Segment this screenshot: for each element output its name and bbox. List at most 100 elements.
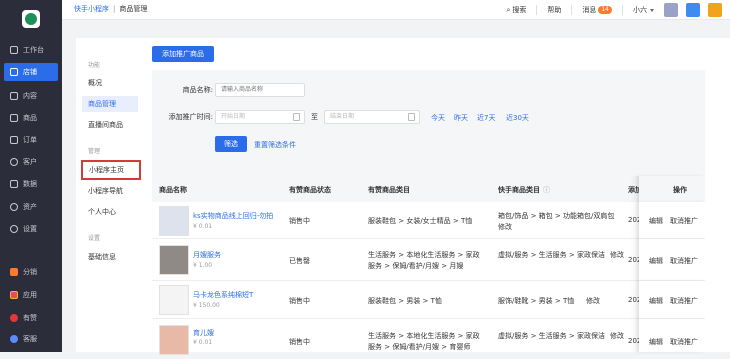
table-row: ks实物商品线上回归-勿拍 ¥ 0.01 销售中 服装鞋包 > 女装/女士精品 … [152,202,705,239]
sidebar-item-assets[interactable]: 资产 [4,198,58,216]
secondary-nav: 功能 概况 商品管理 直播间商品 管理 小程序主页 小程序导航 个人中心 设置 … [76,38,144,352]
yz-category: 服装鞋包 > 女装/女士精品 > T恤 [368,217,473,225]
service-icon [10,335,18,343]
subnav-item-personal-center[interactable]: 个人中心 [82,204,138,220]
edit-button[interactable]: 编辑 [649,296,663,306]
edit-button[interactable]: 编辑 [649,256,663,266]
product-price: ¥ 1.00 [193,262,213,269]
subnav-item-miniapp-nav[interactable]: 小程序导航 [82,183,138,199]
product-price: ¥ 0.01 [193,223,213,230]
product-name-label: 商品名称: [182,86,213,94]
nav-group-title: 管理 [88,148,101,155]
yz-category: 生活服务 > 本地化生活服务 > 家政服务 > 保姆/看护/月嫂 > 月嫂 [368,251,480,270]
info-icon: ⓘ [543,186,550,194]
calendar-icon [293,113,300,121]
sidebar-item-goods[interactable]: 商品 [4,109,58,127]
sidebar-item-store[interactable]: 店铺 [4,63,58,81]
status-text: 已售罄 [289,257,310,265]
nav-group-title: 功能 [88,62,101,69]
table-row: 月嫂服务 ¥ 1.00 已售罄 生活服务 > 本地化生活服务 > 家政服务 > … [152,239,705,281]
quick-7days[interactable]: 近7天 [477,113,495,123]
end-date-input[interactable]: 结束日期 [324,110,420,124]
distribution-icon [10,268,18,276]
reset-filter-link[interactable]: 重置筛选条件 [254,140,296,150]
sidebar-item-data[interactable]: 数据 [4,175,58,193]
col-ks-category: 快手商品类目 ⓘ [498,185,550,195]
subnav-item-overview[interactable]: 概况 [82,75,138,91]
sidebar-item-content[interactable]: 内容 [4,87,58,105]
status-text: 销售中 [289,217,310,225]
breadcrumb-link[interactable]: 快手小程序 [74,4,109,14]
cancel-promotion-button[interactable]: 取消推广 [670,216,698,226]
app-logo[interactable] [22,10,40,28]
subnav-item-basic-info[interactable]: 基础信息 [82,249,138,265]
help-link[interactable]: 帮助 [547,5,561,15]
calendar-icon [408,113,415,121]
divider [536,5,538,15]
youzan-icon [10,314,18,322]
messages-label: 消息 [582,6,597,14]
top-right-tools: ⌕ 搜索 帮助 消息 14 小六 [506,0,730,20]
cancel-promotion-button[interactable]: 取消推广 [670,256,698,266]
ks-category: 虚拟/服务 > 生活服务 > 家政保洁 [498,332,605,340]
cancel-promotion-button[interactable]: 取消推广 [670,337,698,347]
edit-category-link[interactable]: 修改 [610,250,624,260]
sidebar-item-settings[interactable]: 设置 [4,220,58,238]
edit-category-link[interactable]: 修改 [610,331,624,341]
content-icon [10,92,18,100]
product-price: ¥ 150.00 [193,302,220,309]
product-name-link[interactable]: 月嫂服务 [193,250,221,260]
product-thumbnail [159,325,189,355]
cancel-promotion-button[interactable]: 取消推广 [670,296,698,306]
status-text: 销售中 [289,297,310,305]
chart-icon [10,180,18,188]
table-row: 育儿嫂 ¥ 0.01 销售中 生活服务 > 本地化生活服务 > 家政服务 > 保… [152,319,705,359]
apps-icon [10,291,18,299]
top-bar: 快手小程序 | 商品管理 ⌕ 搜索 帮助 消息 14 小六 [62,0,730,20]
edit-category-link[interactable]: 修改 [498,222,512,232]
search-button[interactable]: ⌕ 搜索 [506,5,526,15]
sidebar-item-workbench[interactable]: 工作台 [4,41,58,59]
edit-category-link[interactable]: 修改 [586,296,600,306]
product-name-link[interactable]: ks实物商品线上回归-勿拍 [193,211,273,221]
user-name: 小六 [633,6,647,14]
main-sidebar: 工作台 店铺 内容 商品 订单 客户 数据 资产 设置 分销 应用 有赞 客服 [0,0,62,352]
shortcut-app-icon[interactable] [708,3,722,17]
gear-icon [10,225,18,233]
col-ks-category-label: 快手商品类目 [498,186,540,194]
add-time-label: 添加推广时间: [168,113,213,121]
sidebar-item-youzan[interactable]: 有赞 [4,309,58,327]
sidebar-item-service[interactable]: 客服 [4,330,58,348]
main-content: 添加推广商品 商品名称: 添加推广时间: 开始日期 至 结束日期 今天 昨天 近… [144,38,730,355]
product-thumbnail [159,245,189,275]
add-promotion-button[interactable]: 添加推广商品 [152,46,214,62]
logo-mark [25,13,37,25]
quick-yesterday[interactable]: 昨天 [454,113,468,123]
asset-icon [10,203,18,211]
edit-button[interactable]: 编辑 [649,216,663,226]
sidebar-item-orders[interactable]: 订单 [4,131,58,149]
edit-button[interactable]: 编辑 [649,337,663,347]
sidebar-item-apps[interactable]: 应用 [4,286,58,304]
product-name-input[interactable] [215,83,305,97]
column-shadow [630,176,639,352]
sidebar-item-customers[interactable]: 客户 [4,153,58,171]
ks-category: 虚拟/服务 > 生活服务 > 家政保洁 [498,251,605,259]
yz-category: 生活服务 > 本地化生活服务 > 家政服务 > 保姆/看护/月嫂 > 育婴师 [368,332,480,351]
subnav-item-goods-manage[interactable]: 商品管理 [82,96,138,112]
filter-submit-button[interactable]: 筛选 [215,136,247,152]
start-date-input[interactable]: 开始日期 [215,110,305,124]
product-name-link[interactable]: 马卡龙色系纯棉短T [193,290,253,300]
product-name-link[interactable]: 育儿嫂 [193,328,214,338]
subnav-item-miniapp-home[interactable]: 小程序主页 [81,160,141,180]
ks-category: 箱包/饰品 > 箱包 > 功能箱包/双肩包 [498,212,615,220]
messages-button[interactable]: 消息 14 [582,5,612,15]
subnav-item-live-goods[interactable]: 直播间商品 [82,117,138,133]
shortcut-app-icon[interactable] [686,3,700,17]
end-date-placeholder: 结束日期 [330,113,355,120]
quick-today[interactable]: 今天 [431,113,445,123]
shortcut-app-icon[interactable] [664,3,678,17]
quick-30days[interactable]: 近30天 [506,113,529,123]
user-menu[interactable]: 小六 [633,5,654,15]
sidebar-item-distribution[interactable]: 分销 [4,263,58,281]
